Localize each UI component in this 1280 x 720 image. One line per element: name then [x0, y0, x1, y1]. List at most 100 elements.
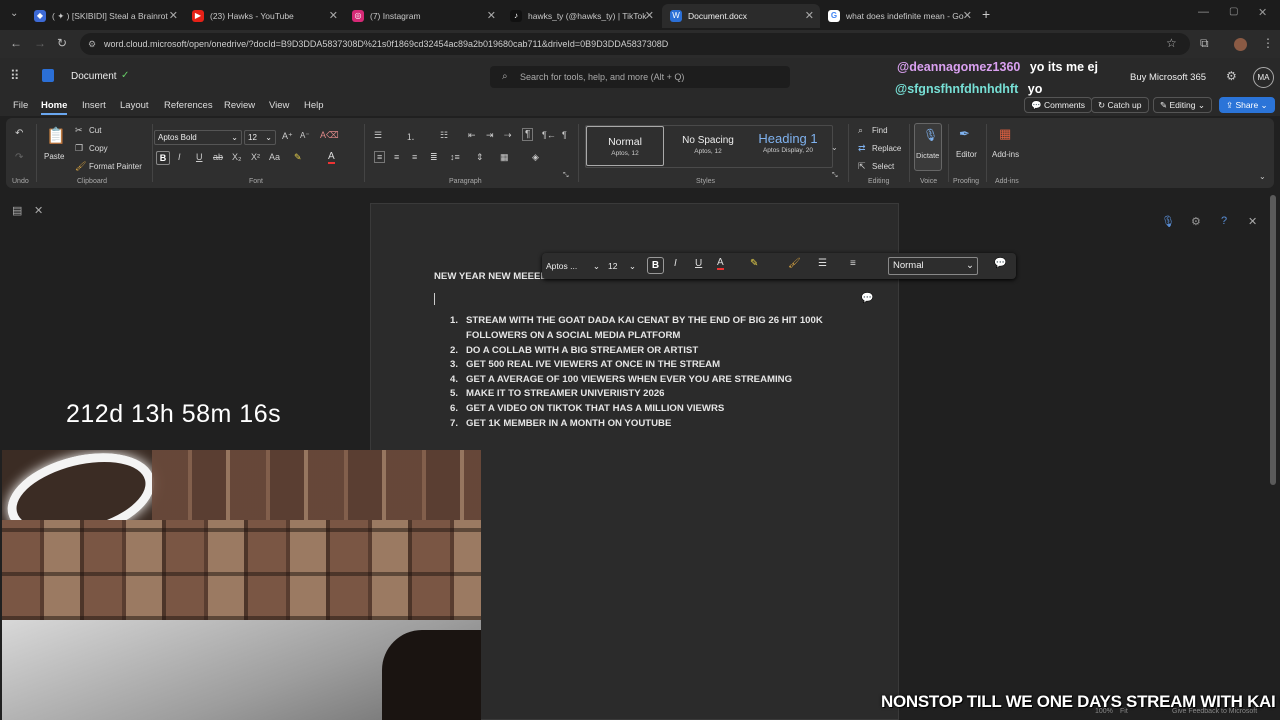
show-formatting-icon[interactable]: ¶: [522, 128, 534, 141]
paste-button[interactable]: Paste: [44, 152, 64, 161]
style-no-spacing[interactable]: No Spacing Aptos, 12: [670, 126, 746, 166]
font-size-select[interactable]: 12 ⌄: [244, 130, 276, 145]
underline-icon[interactable]: U: [695, 258, 702, 269]
minimize-icon[interactable]: —: [1198, 6, 1209, 18]
paste-icon[interactable]: 📋: [46, 126, 66, 146]
list-item[interactable]: STREAM WITH THE GOAT DADA KAI CENAT BY T…: [466, 315, 823, 326]
format-painter-icon[interactable]: 🖌: [788, 258, 801, 269]
comments-button[interactable]: 💬 Comments: [1024, 97, 1093, 113]
search-input[interactable]: ⌕ Search for tools, help, and more (Alt …: [490, 66, 790, 88]
dictation-settings-icon[interactable]: ⚙: [1191, 215, 1201, 228]
comment-add-icon[interactable]: 💬: [861, 293, 873, 304]
catch-up-button[interactable]: ↻ Catch up: [1091, 97, 1149, 113]
tab-home[interactable]: Home: [41, 100, 68, 115]
bullets-icon[interactable]: ☰: [818, 258, 827, 269]
decrease-indent-icon[interactable]: ⇤: [468, 130, 476, 141]
back-icon[interactable]: ←: [10, 36, 22, 50]
paragraph-spacing-icon[interactable]: ⇕: [476, 152, 484, 163]
change-case-icon[interactable]: Aa: [269, 152, 280, 162]
strikethrough-icon[interactable]: ab: [213, 152, 223, 162]
list-item[interactable]: GET 1K MEMBER IN A MONTH ON YOUTUBE: [466, 418, 671, 429]
tab-tiktok[interactable]: ♪ hawks_ty (@hawks_ty) | TikTok ✕: [502, 4, 660, 28]
font-color-icon[interactable]: A: [328, 151, 335, 164]
mini-style-select[interactable]: Normal ⌄: [888, 257, 978, 275]
paragraph-launcher-icon[interactable]: ⤡: [563, 172, 569, 180]
vertical-scrollbar[interactable]: [1270, 195, 1276, 485]
close-dictation-icon[interactable]: ✕: [1248, 215, 1257, 228]
list-item[interactable]: MAKE IT TO STREAMER UNIVERIISTY 2026: [466, 388, 665, 399]
line-spacing-icon[interactable]: ≡: [850, 258, 856, 269]
justify-icon[interactable]: ≣: [430, 152, 438, 163]
tab-search-icon[interactable]: ⌄: [10, 8, 18, 19]
tab-steal-a-brainrot[interactable]: ◆ ( ✦ ) [SKIBIDI] Steal a Brainrot ✕: [26, 4, 184, 28]
close-icon[interactable]: ✕: [963, 9, 972, 22]
font-name-select[interactable]: Aptos Bold ⌄: [154, 130, 242, 145]
list-item[interactable]: DO A COLLAB WITH A BIG STREAMER OR ARTIS…: [466, 345, 698, 356]
buy-microsoft-365-button[interactable]: Buy Microsoft 365: [1130, 72, 1206, 83]
borders-icon[interactable]: ▦: [500, 152, 509, 163]
style-normal[interactable]: Normal Aptos, 12: [586, 126, 664, 166]
undo-icon[interactable]: ↶: [15, 128, 23, 139]
cut-button[interactable]: Cut: [89, 126, 101, 135]
document-heading[interactable]: NEW YEAR NEW MEEEEE: [434, 271, 553, 282]
italic-icon[interactable]: I: [178, 152, 181, 162]
bookmark-star-icon[interactable]: ☆: [1166, 36, 1177, 50]
rtl-icon[interactable]: ¶←: [542, 130, 556, 140]
close-icon[interactable]: ✕: [329, 9, 338, 22]
multilevel-list-icon[interactable]: ☷: [440, 130, 448, 141]
list-item[interactable]: FOLLOWERS ON A SOCIAL MEDIA PLATFORM: [466, 330, 680, 341]
share-button[interactable]: ⇪ Share ⌄: [1219, 97, 1275, 113]
close-icon[interactable]: ✕: [645, 9, 654, 22]
mini-font-select[interactable]: Aptos ... ⌄: [546, 258, 602, 274]
extensions-icon[interactable]: ⧉: [1200, 36, 1209, 51]
select-icon[interactable]: ⇱: [858, 161, 866, 172]
highlight-icon[interactable]: ✎: [294, 152, 302, 163]
redo-icon[interactable]: ↷: [15, 152, 23, 163]
dictate-button[interactable]: 🎙 Dictate: [914, 123, 942, 171]
profile-avatar[interactable]: [1234, 38, 1247, 51]
navigation-pane-icon[interactable]: ▤: [12, 204, 22, 217]
feedback-link[interactable]: Give Feedback to Microsoft: [1172, 708, 1257, 715]
tab-help[interactable]: Help: [304, 100, 324, 111]
account-avatar[interactable]: MA: [1253, 67, 1274, 88]
close-pane-icon[interactable]: ✕: [34, 204, 43, 217]
bullets-icon[interactable]: ☰: [374, 130, 382, 141]
replace-button[interactable]: Replace: [872, 144, 901, 153]
increase-indent-icon[interactable]: ⇥: [486, 130, 494, 141]
bold-icon[interactable]: B: [156, 151, 170, 165]
mini-size-select[interactable]: 12 ⌄: [608, 258, 638, 274]
subscript-icon[interactable]: X₂: [232, 152, 242, 162]
site-info-icon[interactable]: ⚙: [88, 33, 96, 55]
find-button[interactable]: Find: [872, 126, 888, 135]
window-close-icon[interactable]: ✕: [1258, 6, 1267, 19]
editor-button[interactable]: Editor: [956, 150, 977, 159]
tab-document[interactable]: W Document.docx ✕: [662, 4, 820, 28]
add-ins-button[interactable]: Add-ins: [992, 150, 1019, 159]
microphone-icon[interactable]: 🎙: [1161, 215, 1175, 228]
copy-icon[interactable]: ❐: [75, 143, 83, 154]
bold-icon[interactable]: B: [647, 257, 664, 274]
new-tab-icon[interactable]: +: [982, 6, 990, 22]
close-icon[interactable]: ✕: [487, 9, 496, 22]
align-center-icon[interactable]: ≡: [394, 152, 399, 162]
new-comment-icon[interactable]: 💬: [994, 258, 1006, 269]
copy-button[interactable]: Copy: [89, 144, 108, 153]
numbering-icon[interactable]: ⒈: [406, 130, 415, 143]
tab-youtube[interactable]: ▶ (23) Hawks - YouTube ✕: [184, 4, 344, 28]
line-spacing-icon[interactable]: ↕≡: [450, 152, 460, 162]
format-painter-button[interactable]: Format Painter: [89, 162, 142, 171]
grow-font-icon[interactable]: A⁺: [282, 131, 293, 142]
format-painter-icon[interactable]: 🖌: [75, 161, 86, 172]
shrink-font-icon[interactable]: A⁻: [300, 131, 310, 140]
font-color-icon[interactable]: A: [717, 257, 724, 270]
superscript-icon[interactable]: X²: [251, 152, 260, 162]
editing-mode-button[interactable]: ✎ Editing ⌄: [1153, 97, 1212, 113]
collapse-ribbon-icon[interactable]: ⌄: [1259, 172, 1266, 181]
help-icon[interactable]: ?: [1221, 215, 1227, 227]
tab-insert[interactable]: Insert: [82, 100, 106, 111]
reload-icon[interactable]: ↻: [57, 36, 67, 50]
highlight-icon[interactable]: ✎: [750, 258, 758, 269]
close-icon[interactable]: ✕: [169, 9, 178, 22]
browser-menu-icon[interactable]: ⋮: [1262, 36, 1274, 50]
close-icon[interactable]: ✕: [805, 9, 814, 22]
